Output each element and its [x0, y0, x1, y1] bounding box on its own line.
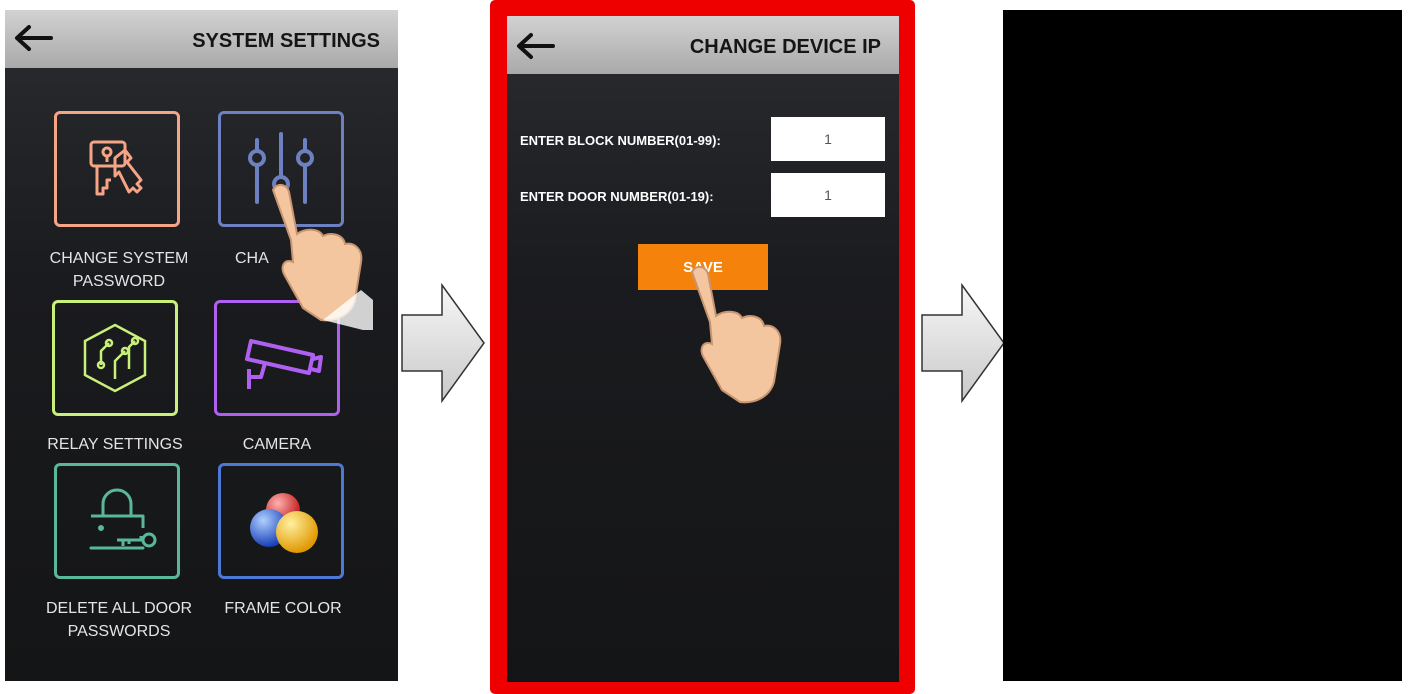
back-arrow-icon[interactable]: [13, 24, 53, 52]
tile-label-relay-settings: RELAY SETTINGS: [47, 436, 183, 453]
keys-icon: [89, 140, 143, 196]
save-button[interactable]: SAVE: [638, 244, 768, 290]
color-balls-icon: [250, 493, 318, 553]
block-number-label: ENTER BLOCK NUMBER(01-99):: [520, 133, 721, 148]
delete-all-door-passwords-tile[interactable]: [54, 463, 180, 579]
change-system-password-tile[interactable]: [54, 111, 180, 227]
page-title: CHANGE DEVICE IP: [689, 36, 881, 58]
sliders-icon: [248, 132, 314, 208]
page-title: SYSTEM SETTINGS: [192, 30, 380, 52]
flow-arrow-icon: [921, 283, 1005, 403]
padlock-key-icon: [89, 488, 157, 550]
system-settings-screen: SYSTEM SETTINGS CHANGE SYSTEM PASSWORD C…: [5, 10, 398, 681]
relay-settings-tile[interactable]: [52, 300, 178, 416]
change-device-ip-screen: CHANGE DEVICE IP: [507, 16, 899, 682]
change-device-ip-tile[interactable]: [218, 111, 344, 227]
tile-label-change-device-ip: CHA: [235, 250, 269, 267]
frame-color-tile[interactable]: [218, 463, 344, 579]
tile-label-frame-color: FRAME COLOR: [224, 600, 342, 617]
header-bar: CHANGE DEVICE IP: [507, 16, 899, 74]
header-bar: SYSTEM SETTINGS: [5, 10, 398, 68]
door-number-label: ENTER DOOR NUMBER(01-19):: [520, 189, 714, 204]
back-arrow-icon[interactable]: [515, 32, 555, 60]
door-number-input[interactable]: [771, 173, 885, 217]
tile-label-change-system-password: CHANGE SYSTEM PASSWORD: [49, 250, 189, 290]
block-number-input[interactable]: [771, 117, 885, 161]
tile-label-delete-all-door-passwords: DELETE ALL DOOR PASSWORDS: [45, 600, 193, 640]
circuit-hex-icon: [83, 323, 147, 393]
flow-arrow-icon: [401, 283, 485, 403]
camera-tile[interactable]: [214, 300, 340, 416]
camera-icon: [245, 339, 323, 389]
tile-label-camera: CAMERA: [242, 436, 312, 453]
blank-screen: [1003, 10, 1402, 681]
